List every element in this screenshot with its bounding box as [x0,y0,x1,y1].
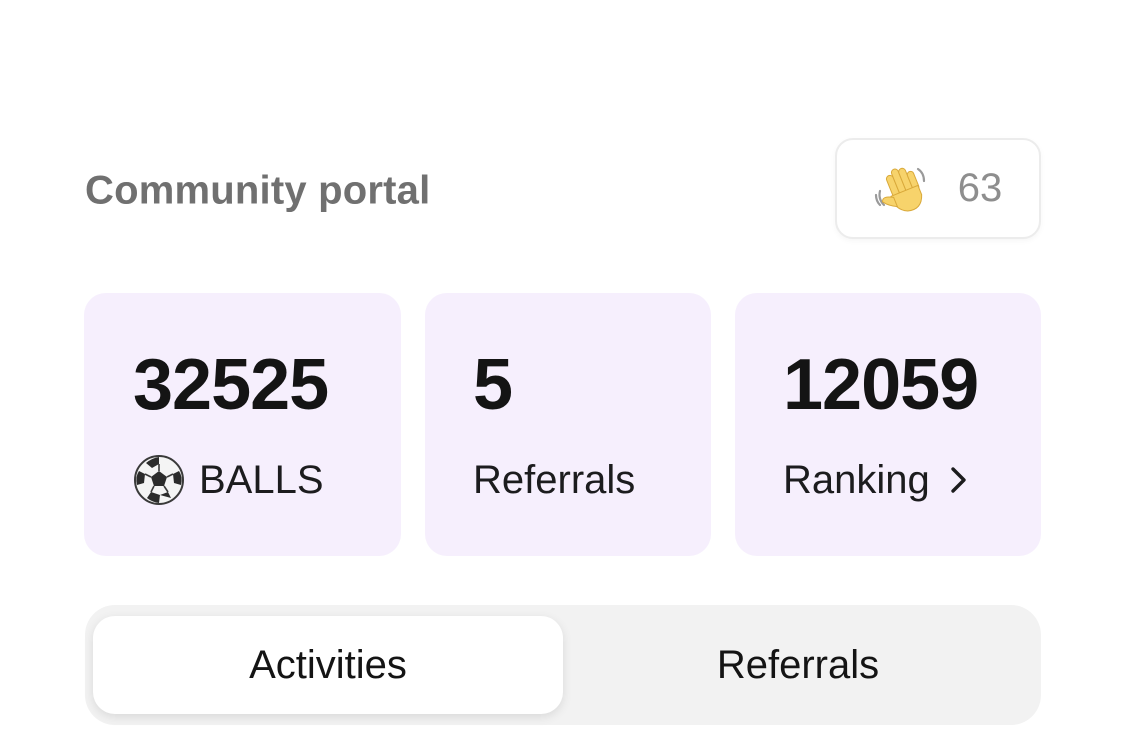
wave-count: 63 [957,166,1003,210]
chevron-right-icon [948,462,970,498]
wave-button[interactable]: 63 [835,138,1041,239]
portal-header: Community portal 63 [85,138,1041,243]
balls-label-row: BALLS [133,453,324,507]
referrals-card: 5 Referrals [425,293,711,556]
referrals-value: 5 [473,345,513,425]
balls-card: 32525 BALLS [84,293,401,556]
ranking-card[interactable]: 12059 Ranking [735,293,1041,556]
tab-switcher: Activities Referrals [85,605,1041,725]
balls-value: 32525 [133,345,329,425]
ranking-label: Ranking [783,457,930,502]
waving-hand-icon [874,161,930,217]
soccer-ball-icon [133,454,185,506]
tab-activities[interactable]: Activities [93,616,563,714]
page-title: Community portal [85,168,431,212]
ranking-value: 12059 [783,345,979,425]
ranking-label-row[interactable]: Ranking [783,453,970,507]
balls-label: BALLS [199,457,324,502]
referrals-label-row: Referrals [473,453,635,507]
tab-referrals[interactable]: Referrals [563,616,1033,714]
referrals-label: Referrals [473,457,636,502]
